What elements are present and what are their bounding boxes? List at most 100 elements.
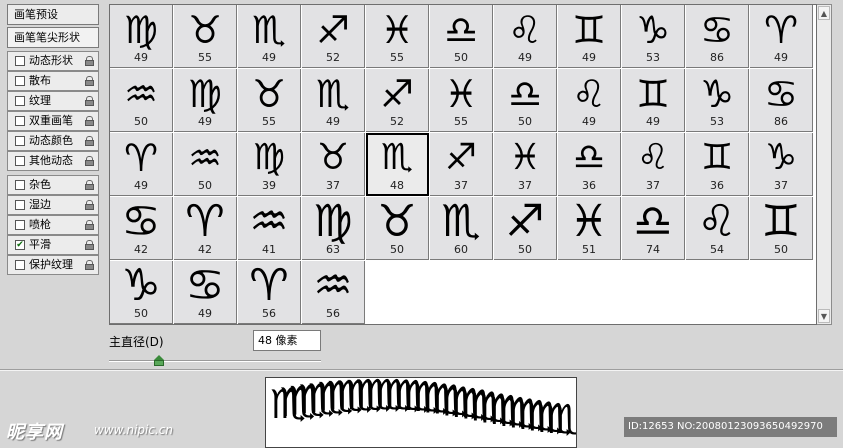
diameter-slider-thumb[interactable]: [153, 355, 164, 366]
zodiac-brush-icon: ♋: [185, 261, 225, 311]
brush-preset-cell[interactable]: ♒ 41: [238, 197, 301, 260]
brush-preset-cell[interactable]: ♌ 49: [494, 5, 557, 68]
option-item[interactable]: 散布: [7, 71, 99, 91]
diameter-slider-track[interactable]: [109, 360, 321, 362]
zodiac-brush-icon: ♌: [636, 137, 670, 178]
brush-tip-shape-header[interactable]: 画笔笔尖形状: [7, 27, 99, 48]
brush-preset-cell[interactable]: ♏ 49: [238, 5, 301, 68]
option-item[interactable]: 动态形状: [7, 51, 99, 71]
brush-preset-cell[interactable]: ♏ 60: [430, 197, 493, 260]
brush-preset-cell[interactable]: ♉ 55: [174, 5, 237, 68]
brush-preset-cell[interactable]: ♎ 36: [558, 133, 621, 196]
option-checkbox[interactable]: [15, 56, 25, 66]
option-checkbox[interactable]: [15, 260, 25, 270]
option-checkbox[interactable]: [15, 180, 25, 190]
lock-icon[interactable]: [85, 180, 94, 190]
option-item[interactable]: 喷枪: [7, 215, 99, 235]
zodiac-brush-icon: ♎: [507, 72, 543, 116]
brush-preset-cell[interactable]: ♓ 51: [558, 197, 621, 260]
lock-icon[interactable]: [85, 220, 94, 230]
brush-preset-cell[interactable]: ♎ 50: [430, 5, 493, 68]
brush-preset-cell[interactable]: ♉ 37: [302, 133, 365, 196]
option-checkbox[interactable]: [15, 96, 25, 106]
lock-icon[interactable]: [85, 156, 94, 166]
brush-preset-cell[interactable]: ♎ 50: [494, 69, 557, 132]
brush-preset-cell[interactable]: ♎ 74: [622, 197, 685, 260]
brush-preset-cell[interactable]: ♏ 49: [302, 69, 365, 132]
option-checkbox[interactable]: [15, 116, 25, 126]
brush-preset-cell[interactable]: ♐ 50: [494, 197, 557, 260]
brush-preset-cell[interactable]: ♓ 55: [430, 69, 493, 132]
brush-preset-cell[interactable]: ♒ 50: [110, 69, 173, 132]
brush-preset-cell[interactable]: ♑ 53: [622, 5, 685, 68]
option-item[interactable]: 湿边: [7, 195, 99, 215]
brush-preset-cell[interactable]: ♍ 39: [238, 133, 301, 196]
brush-preset-cell[interactable]: ♋ 86: [686, 5, 749, 68]
option-item[interactable]: 双重画笔: [7, 111, 99, 131]
brush-preset-cell[interactable]: ♋ 49: [174, 261, 237, 324]
lock-icon[interactable]: [85, 96, 94, 106]
option-checkbox[interactable]: [15, 76, 25, 86]
zodiac-brush-icon: ♓: [443, 72, 479, 116]
brush-preset-cell[interactable]: ♈ 49: [750, 5, 813, 68]
brush-presets-header[interactable]: 画笔预设: [7, 4, 99, 25]
brush-preset-cell[interactable]: ♈ 56: [238, 261, 301, 324]
brush-size-label: 53: [646, 51, 660, 64]
brush-preset-cell[interactable]: ♊ 50: [750, 197, 813, 260]
option-item[interactable]: 杂色: [7, 175, 99, 195]
option-item[interactable]: ✔ 平滑: [7, 235, 99, 255]
stroke-preview: ♏ ♏ ♏ ♏ ♏ ♏ ♏ ♏ ♏ ♏ ♏ ♏ ♏ ♏ ♏ ♏ ♏ ♏ ♏ ♏ ♏ ♏ ♏ ♏ ♏ ♏ ♏ ♏ ♏ ♏: [265, 377, 577, 448]
option-checkbox[interactable]: [15, 220, 25, 230]
brush-preset-cell[interactable]: ♋ 86: [750, 69, 813, 132]
brush-preset-cell[interactable]: ♑ 50: [110, 261, 173, 324]
option-checkbox[interactable]: [15, 156, 25, 166]
brush-preset-cell[interactable]: ♊ 49: [622, 69, 685, 132]
brush-size-label: 50: [774, 243, 788, 256]
brush-preset-cell[interactable]: ♓ 37: [494, 133, 557, 196]
brush-preset-cell[interactable]: ♏ 48: [366, 133, 429, 196]
option-checkbox[interactable]: [15, 200, 25, 210]
brush-preset-cell[interactable]: ♐ 37: [430, 133, 493, 196]
lock-icon[interactable]: [85, 200, 94, 210]
option-checkbox[interactable]: [15, 136, 25, 146]
option-item[interactable]: 保护纹理: [7, 255, 99, 275]
brush-preset-cell[interactable]: ♍ 63: [302, 197, 365, 260]
option-label: 动态形状: [29, 54, 73, 67]
zodiac-brush-icon: ♍: [313, 197, 353, 247]
lock-icon[interactable]: [85, 56, 94, 66]
lock-icon[interactable]: [85, 240, 94, 250]
diameter-input[interactable]: 48 像素: [253, 330, 321, 351]
option-item[interactable]: 动态颜色: [7, 131, 99, 151]
option-checkbox[interactable]: ✔: [15, 240, 25, 250]
brush-preset-cell[interactable]: ♒ 50: [174, 133, 237, 196]
brush-preset-cell[interactable]: ♈ 49: [110, 133, 173, 196]
brush-preset-cell[interactable]: ♋ 42: [110, 197, 173, 260]
brush-preset-cell[interactable]: ♑ 53: [686, 69, 749, 132]
scroll-down-arrow-icon[interactable]: ▼: [818, 309, 830, 323]
brush-preset-cell[interactable]: ♐ 52: [366, 69, 429, 132]
grid-scrollbar[interactable]: ▲ ▼: [817, 4, 832, 325]
lock-icon[interactable]: [85, 116, 94, 126]
brush-preset-cell[interactable]: ♈ 42: [174, 197, 237, 260]
option-item[interactable]: 纹理: [7, 91, 99, 111]
brush-size-label: 56: [262, 307, 276, 320]
brush-preset-cell[interactable]: ♍ 49: [110, 5, 173, 68]
brush-preset-cell[interactable]: ♓ 55: [366, 5, 429, 68]
brush-size-label: 37: [326, 179, 340, 192]
brush-preset-cell[interactable]: ♑ 37: [750, 133, 813, 196]
option-item[interactable]: 其他动态: [7, 151, 99, 171]
brush-preset-cell[interactable]: ♊ 36: [686, 133, 749, 196]
brush-preset-cell[interactable]: ♍ 49: [174, 69, 237, 132]
lock-icon[interactable]: [85, 260, 94, 270]
scroll-up-arrow-icon[interactable]: ▲: [818, 6, 830, 20]
brush-preset-cell[interactable]: ♌ 49: [558, 69, 621, 132]
brush-preset-cell[interactable]: ♊ 49: [558, 5, 621, 68]
brush-preset-cell[interactable]: ♌ 54: [686, 197, 749, 260]
lock-icon[interactable]: [85, 76, 94, 86]
lock-icon[interactable]: [85, 136, 94, 146]
brush-preset-cell[interactable]: ♉ 50: [366, 197, 429, 260]
brush-preset-cell[interactable]: ♌ 37: [622, 133, 685, 196]
brush-preset-cell[interactable]: ♐ 52: [302, 5, 365, 68]
brush-preset-cell[interactable]: ♉ 55: [238, 69, 301, 132]
brush-preset-cell[interactable]: ♒ 56: [302, 261, 365, 324]
